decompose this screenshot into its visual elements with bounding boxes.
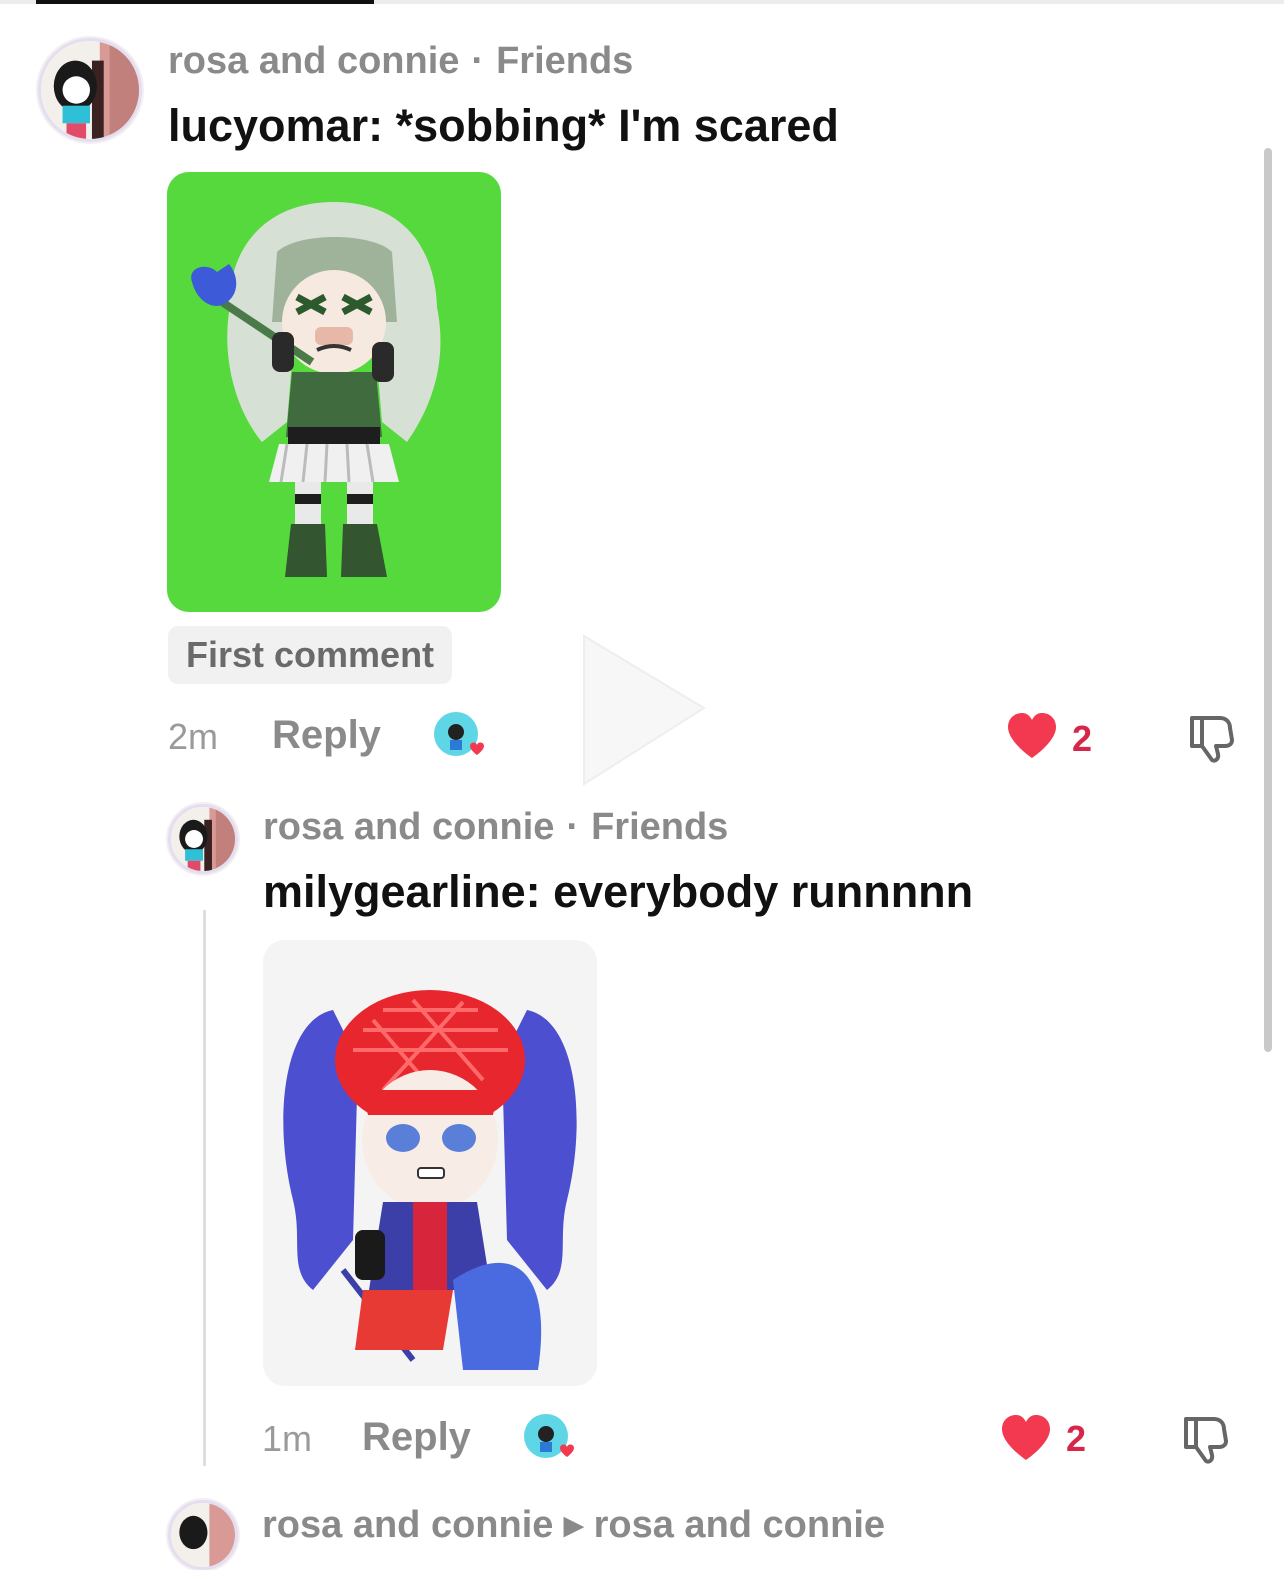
reply-button[interactable]: Reply: [272, 713, 381, 758]
meta-separator: ·: [566, 806, 580, 848]
avatar[interactable]: [38, 38, 142, 142]
comment-meta: rosa and connie · Friends: [263, 806, 728, 849]
comment-text: milygearline: everybody runnnnn: [263, 866, 974, 917]
like-count: 2: [1066, 1418, 1087, 1459]
creator-liked-icon: [522, 1412, 576, 1466]
relation-label: Friends: [591, 806, 729, 848]
heart-icon[interactable]: [1000, 1414, 1052, 1462]
avatar[interactable]: [168, 804, 238, 874]
comment-meta: rosa and connie · Friends: [168, 40, 633, 83]
reply-arrow-icon: ▸: [563, 1504, 584, 1546]
author-name[interactable]: rosa and connie: [168, 40, 459, 82]
first-comment-chip: First comment: [168, 626, 453, 684]
thread-line: [203, 910, 206, 1466]
reply-to-name[interactable]: rosa and connie: [594, 1504, 885, 1546]
comment-image[interactable]: [263, 940, 597, 1386]
thumbs-down-icon[interactable]: [1180, 1413, 1232, 1465]
play-icon[interactable]: [578, 628, 710, 792]
comment-image[interactable]: [167, 172, 501, 612]
timestamp: 2m: [168, 716, 219, 757]
avatar[interactable]: [168, 1500, 238, 1570]
scrollbar[interactable]: [1264, 148, 1272, 1052]
like-count: 2: [1072, 718, 1093, 759]
thumbs-down-icon[interactable]: [1186, 712, 1238, 764]
partial-comment-meta: rosa and connie ▸ rosa and connie: [262, 1502, 885, 1547]
top-progress-bar: [36, 0, 374, 4]
meta-separator: ·: [471, 40, 485, 82]
author-name[interactable]: rosa and connie: [262, 1504, 553, 1546]
heart-icon[interactable]: [1006, 712, 1058, 760]
author-name[interactable]: rosa and connie: [263, 806, 554, 848]
creator-liked-icon: [432, 710, 486, 764]
relation-label: Friends: [496, 40, 634, 82]
reply-button[interactable]: Reply: [362, 1415, 471, 1460]
timestamp: 1m: [262, 1418, 313, 1459]
comment-text: lucyomar: *sobbing* I'm scared: [168, 100, 839, 151]
